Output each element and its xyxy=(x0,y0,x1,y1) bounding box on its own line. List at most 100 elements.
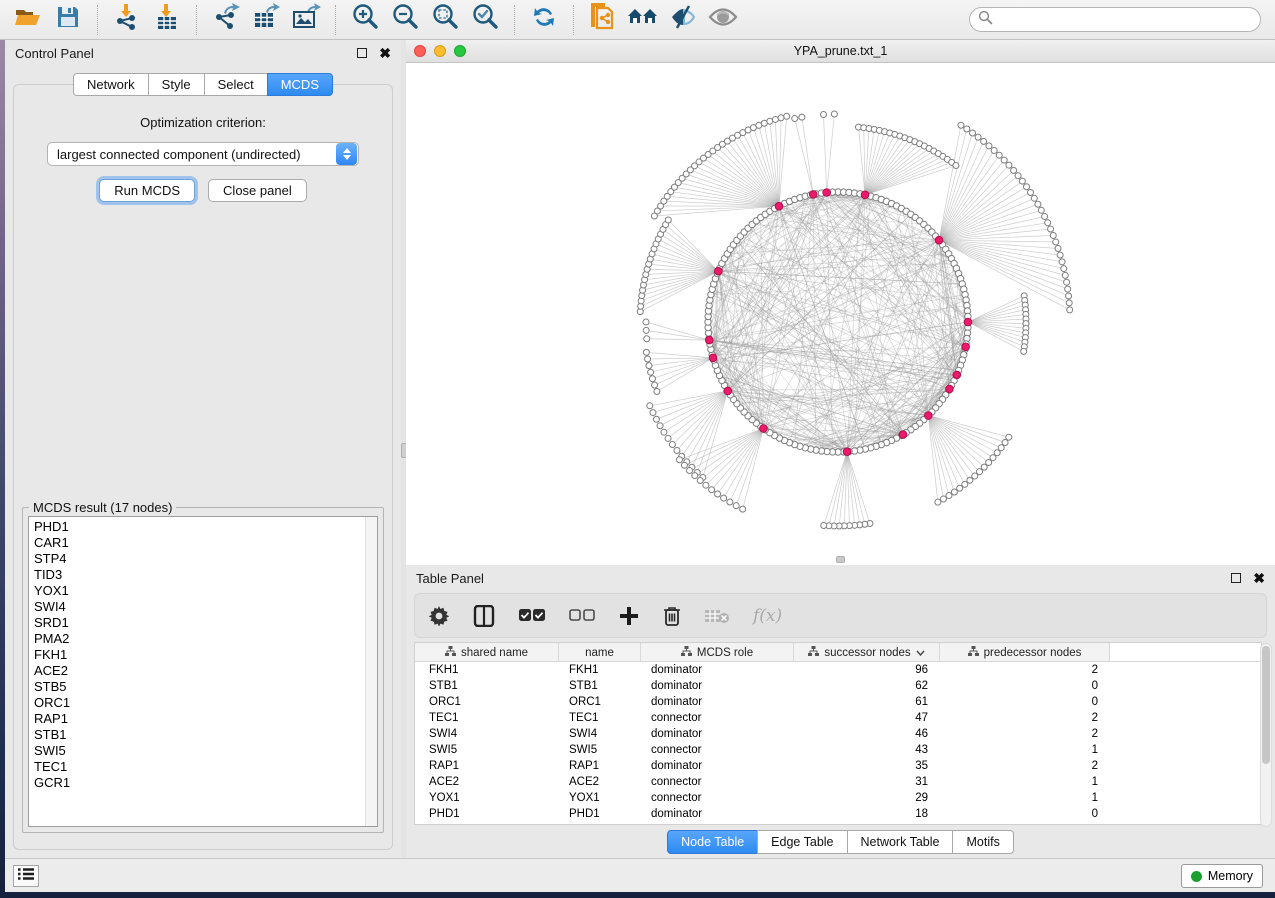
search-input[interactable] xyxy=(998,13,1252,27)
table-header-row: shared namenameMCDS rolesuccessor nodesp… xyxy=(415,643,1261,662)
cell-name: PHD1 xyxy=(559,806,641,822)
close-icon[interactable]: ✖ xyxy=(379,48,391,58)
save-session-button[interactable] xyxy=(51,4,85,36)
deselect-all-checks-icon[interactable] xyxy=(569,609,595,622)
mcds-node-item[interactable]: YOX1 xyxy=(34,583,363,599)
mcds-list-scrollbar[interactable] xyxy=(365,517,377,826)
open-file-button[interactable] xyxy=(11,4,45,36)
table-row[interactable]: TEC1TEC1connector472 xyxy=(415,710,1261,726)
mcds-node-item[interactable]: TEC1 xyxy=(34,759,363,775)
cell-successors: 43 xyxy=(794,742,940,758)
tab-network[interactable]: Network xyxy=(73,73,149,96)
add-column-icon[interactable] xyxy=(619,606,639,626)
cell-name: ACE2 xyxy=(559,774,641,790)
cell-role: dominator xyxy=(641,694,794,710)
column-type-icon xyxy=(445,646,456,659)
cell-successors: 35 xyxy=(794,758,940,774)
mcds-node-item[interactable]: STB5 xyxy=(34,679,363,695)
mcds-node-item[interactable]: ORC1 xyxy=(34,695,363,711)
network-titlebar[interactable]: YPA_prune.txt_1 xyxy=(406,40,1275,63)
export-network-icon xyxy=(212,3,240,36)
search-box[interactable] xyxy=(969,7,1261,32)
table-row[interactable]: YOX1YOX1connector291 xyxy=(415,790,1261,806)
hide-style-button[interactable] xyxy=(666,4,700,36)
table-row[interactable]: PHD1PHD1dominator180 xyxy=(415,806,1261,822)
cell-name: YOX1 xyxy=(559,790,641,806)
mcds-node-item[interactable]: RAP1 xyxy=(34,711,363,727)
table-row[interactable]: SWI4SWI4dominator462 xyxy=(415,726,1261,742)
export-image-button[interactable] xyxy=(289,4,323,36)
table-row[interactable]: RAP1RAP1dominator352 xyxy=(415,758,1261,774)
column-header-shared_name[interactable]: shared name xyxy=(415,643,559,662)
mcds-result-list[interactable]: PHD1CAR1STP4TID3YOX1SWI4SRD1PMA2FKH1ACE2… xyxy=(28,516,378,827)
float-window-icon[interactable] xyxy=(357,48,367,58)
import-table-button[interactable] xyxy=(150,4,184,36)
mcds-result-groupbox: MCDS result (17 nodes) PHD1CAR1STP4TID3Y… xyxy=(22,507,384,833)
zoom-fit-button[interactable] xyxy=(428,4,462,36)
delete-table-icon xyxy=(705,608,729,624)
tab-select[interactable]: Select xyxy=(204,73,268,96)
run-mcds-button[interactable]: Run MCDS xyxy=(99,179,195,202)
export-network-button[interactable] xyxy=(209,4,243,36)
cell-shared_name: PHD1 xyxy=(415,806,559,822)
zoom-out-button[interactable] xyxy=(388,4,422,36)
table-vscroll-thumb[interactable] xyxy=(1262,646,1270,764)
task-history-button[interactable] xyxy=(13,865,39,887)
close-panel-button[interactable]: Close panel xyxy=(208,179,307,202)
show-columns-icon[interactable] xyxy=(473,605,495,627)
table-row[interactable]: STB1STB1dominator620 xyxy=(415,678,1261,694)
mcds-node-item[interactable]: STB1 xyxy=(34,727,363,743)
column-header-role[interactable]: MCDS role xyxy=(641,643,794,662)
settings-gear-icon[interactable] xyxy=(429,606,449,626)
table-row[interactable]: FKH1FKH1dominator962 xyxy=(415,662,1261,678)
mcds-node-item[interactable]: PHD1 xyxy=(34,519,363,535)
float-window-icon[interactable] xyxy=(1231,573,1241,583)
network-hscroll-thumb[interactable] xyxy=(836,556,845,563)
column-type-icon xyxy=(681,646,692,659)
export-table-button[interactable] xyxy=(249,4,283,36)
criterion-dropdown[interactable]: largest connected component (undirected) xyxy=(47,142,359,166)
criterion-value: largest connected component (undirected) xyxy=(48,147,336,162)
mcds-node-item[interactable]: ACE2 xyxy=(34,663,363,679)
zoom-selected-button[interactable] xyxy=(468,4,502,36)
mcds-node-item[interactable]: TID3 xyxy=(34,567,363,583)
table-row[interactable]: SWI5SWI5connector431 xyxy=(415,742,1261,758)
mcds-node-item[interactable]: SWI4 xyxy=(34,599,363,615)
network-graph[interactable] xyxy=(406,63,1275,565)
close-icon[interactable]: ✖ xyxy=(1253,573,1265,583)
table-row[interactable]: ACE2ACE2connector311 xyxy=(415,774,1261,790)
memory-button[interactable]: Memory xyxy=(1181,864,1263,888)
tab-mcds[interactable]: MCDS xyxy=(267,73,333,96)
zoom-in-button[interactable] xyxy=(348,4,382,36)
table-tab-node-table[interactable]: Node Table xyxy=(667,830,758,854)
tab-style[interactable]: Style xyxy=(148,73,205,96)
mcds-node-item[interactable]: FKH1 xyxy=(34,647,363,663)
table-tab-motifs[interactable]: Motifs xyxy=(952,830,1013,854)
table-row[interactable]: ORC1ORC1dominator610 xyxy=(415,694,1261,710)
delete-column-icon[interactable] xyxy=(663,605,681,626)
column-header-successors[interactable]: successor nodes xyxy=(794,643,940,662)
select-all-checks-icon[interactable] xyxy=(519,609,545,622)
mcds-node-item[interactable]: STP4 xyxy=(34,551,363,567)
home-mcds-button[interactable] xyxy=(626,4,660,36)
cell-name: ORC1 xyxy=(559,694,641,710)
column-header-name[interactable]: name xyxy=(559,643,641,662)
show-eye-button[interactable] xyxy=(706,4,740,36)
column-header-predecessors[interactable]: predecessor nodes xyxy=(940,643,1110,662)
mcds-node-item[interactable]: SWI5 xyxy=(34,743,363,759)
houses-icon xyxy=(627,5,659,34)
cell-predecessors: 2 xyxy=(940,662,1110,678)
mcds-node-item[interactable]: SRD1 xyxy=(34,615,363,631)
mcds-node-item[interactable]: PMA2 xyxy=(34,631,363,647)
cell-predecessors: 2 xyxy=(940,726,1110,742)
refresh-layout-button[interactable] xyxy=(527,4,561,36)
table-tab-edge-table[interactable]: Edge Table xyxy=(757,830,847,854)
table-vscrollbar[interactable] xyxy=(1260,643,1272,827)
clone-network-button[interactable] xyxy=(586,4,620,36)
mcds-node-item[interactable]: GCR1 xyxy=(34,775,363,791)
table-tab-network-table[interactable]: Network Table xyxy=(847,830,954,854)
network-canvas[interactable] xyxy=(406,63,1275,565)
cell-role: dominator xyxy=(641,726,794,742)
import-network-button[interactable] xyxy=(110,4,144,36)
mcds-node-item[interactable]: CAR1 xyxy=(34,535,363,551)
